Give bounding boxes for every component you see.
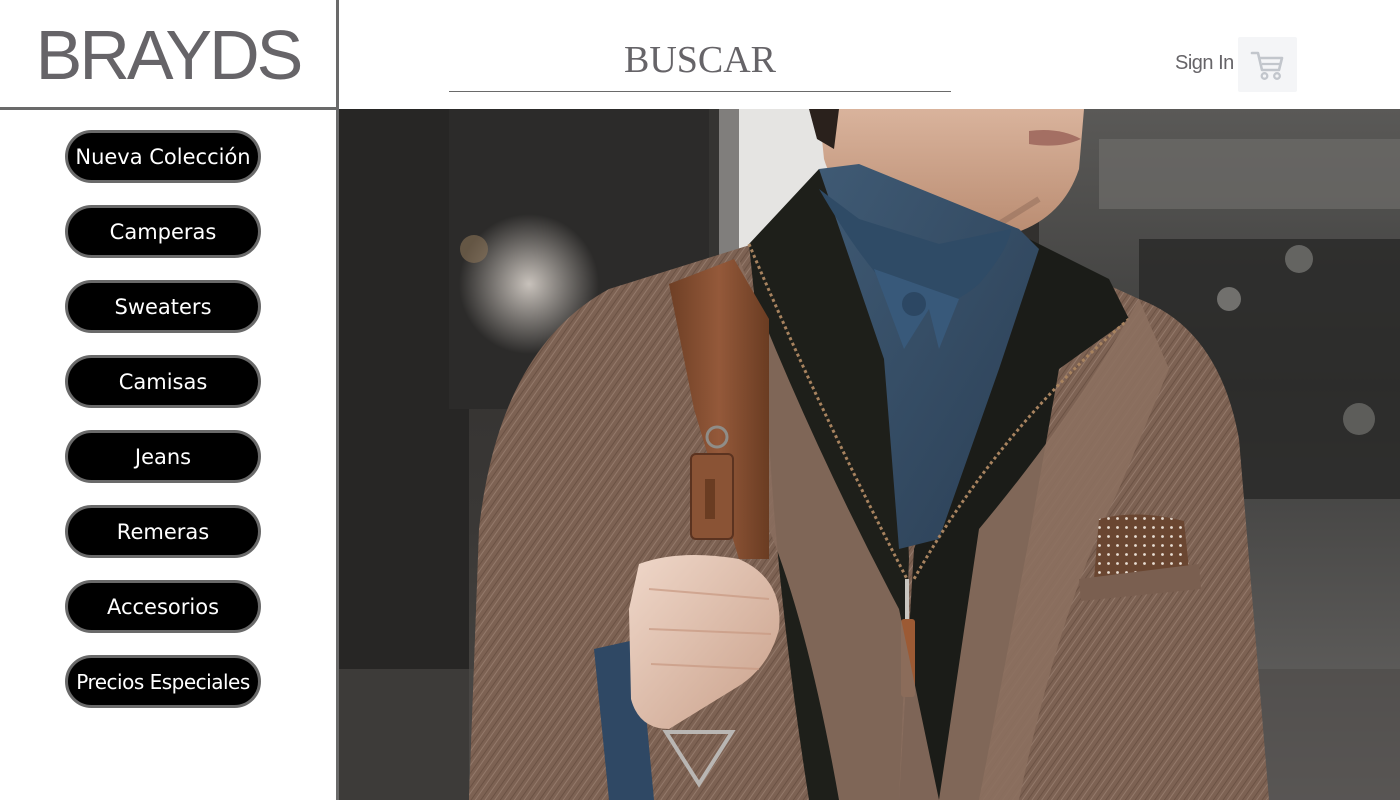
search-input[interactable] <box>449 28 951 92</box>
hero-image <box>339 109 1400 800</box>
nav-item-remeras[interactable]: Remeras <box>65 505 261 558</box>
nav-item-camperas[interactable]: Camperas <box>65 205 261 258</box>
header: Sign In <box>339 0 1400 109</box>
nav-item-precios-especiales[interactable]: Precios Especiales <box>65 655 261 708</box>
scroll-down-button[interactable] <box>662 728 736 788</box>
nav-item-jeans[interactable]: Jeans <box>65 430 261 483</box>
nav-item-nueva-coleccion[interactable]: Nueva Colección <box>65 130 261 183</box>
nav-item-accesorios[interactable]: Accesorios <box>65 580 261 633</box>
category-nav: Nueva Colección Camperas Sweaters Camisa… <box>65 130 261 730</box>
sign-in-link[interactable]: Sign In <box>1175 52 1234 75</box>
hero-banner <box>339 109 1400 800</box>
brand-logo[interactable]: BRAYDS <box>0 0 336 107</box>
shopping-cart-icon <box>1250 51 1283 80</box>
cart-button[interactable] <box>1238 37 1297 92</box>
logo-divider <box>0 107 337 110</box>
page: BRAYDS Nueva Colección Camperas Sweaters… <box>0 0 1400 800</box>
nav-item-camisas[interactable]: Camisas <box>65 355 261 408</box>
triangle-down-icon <box>662 730 736 788</box>
sidebar: BRAYDS Nueva Colección Camperas Sweaters… <box>0 0 337 800</box>
nav-item-sweaters[interactable]: Sweaters <box>65 280 261 333</box>
